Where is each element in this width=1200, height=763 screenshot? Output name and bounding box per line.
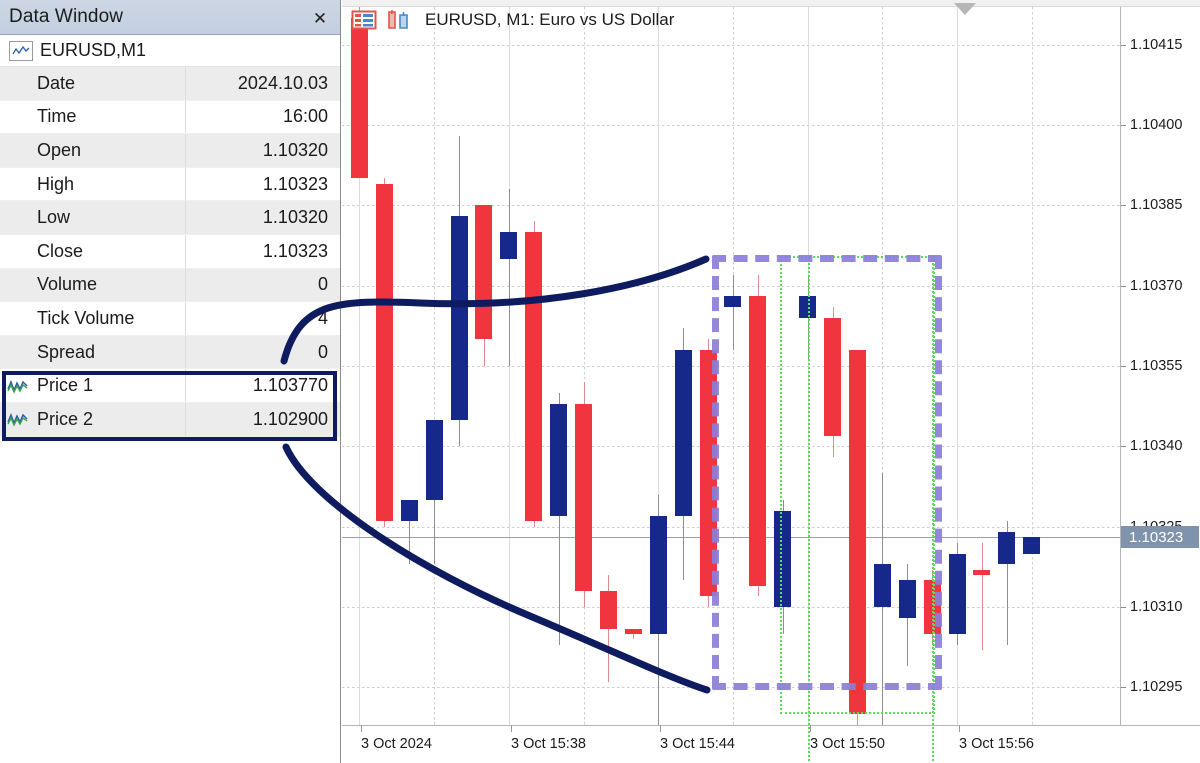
candle-body[interactable] <box>949 553 966 634</box>
candle-body[interactable] <box>525 232 542 522</box>
data-window-row-value: 1.10320 <box>262 139 328 160</box>
data-window-row-key: Date <box>0 67 186 100</box>
data-window-row-value: 1.103770 <box>252 375 328 396</box>
line-chart-icon <box>9 40 33 61</box>
time-axis-tick: 3 Oct 15:50 <box>810 725 885 752</box>
data-window-title: Data Window <box>9 6 124 27</box>
data-window-row[interactable]: Close 1.10323 <box>0 234 340 269</box>
candle-body[interactable] <box>451 215 468 420</box>
time-axis[interactable]: 3 Oct 2024 3 Oct 15:38 3 Oct 15:44 3 Oct 15… <box>342 725 1200 763</box>
data-window-rows: Date 2024.10.03 Time 16:00 Open 1.10320 High 1.… <box>0 67 340 437</box>
chart-header: EURUSD, M1: Euro vs US Dollar <box>342 0 1200 40</box>
candle-body[interactable] <box>675 349 692 517</box>
time-axis-tick: 3 Oct 2024 <box>361 725 432 752</box>
current-price-badge: 1.10323 <box>1121 526 1199 549</box>
price-axis-tick: 1.10370 <box>1121 278 1200 294</box>
indicator-wave-icon <box>7 411 29 427</box>
price-axis[interactable]: 1.10415 1.10400 1.10385 1.10370 1.10355 1.103… <box>1120 7 1200 725</box>
candle-body[interactable] <box>351 17 368 179</box>
data-window-titlebar: Data Window ✕ <box>0 0 340 35</box>
candle-body[interactable] <box>426 419 443 500</box>
candle-wick <box>509 189 510 366</box>
data-window-row[interactable]: Date 2024.10.03 <box>0 67 340 101</box>
candle-body[interactable] <box>575 403 592 592</box>
price-axis-tick: 1.10310 <box>1121 599 1200 615</box>
data-window-row[interactable]: Time 16:00 <box>0 100 340 135</box>
data-window-row-key: Tick Volume <box>0 302 186 335</box>
data-window-row[interactable]: Price 1 1.103770 <box>0 369 340 403</box>
data-window-row-value: 4 <box>317 307 328 328</box>
data-window-row-value: 1.10323 <box>262 240 328 261</box>
time-axis-tick: 3 Oct 15:44 <box>660 725 735 752</box>
candle-wick <box>982 542 983 650</box>
price-axis-tick: 1.10340 <box>1121 438 1200 454</box>
candle-body[interactable] <box>973 569 990 575</box>
data-window-row-value: 1.10323 <box>262 173 328 194</box>
candle-body[interactable] <box>650 516 667 634</box>
chart-plot-area[interactable] <box>342 7 1122 763</box>
candle-body[interactable] <box>550 403 567 517</box>
data-window-row-key: Open <box>0 134 186 167</box>
data-window-row-key: Close <box>0 234 186 268</box>
candle-body[interactable] <box>600 591 617 629</box>
data-window-row-value: 16:00 <box>282 106 328 127</box>
data-window-row-value: 1.102900 <box>252 408 328 429</box>
data-window-symbol-row: EURUSD,M1 <box>0 35 340 67</box>
price-axis-tick: 1.10400 <box>1121 117 1200 133</box>
candle-body[interactable] <box>625 628 642 634</box>
gridline-horizontal <box>342 44 1122 46</box>
data-window-row-key: High <box>0 167 186 201</box>
data-window-symbol-label: EURUSD,M1 <box>40 40 147 60</box>
time-axis-tick: 3 Oct 15:56 <box>959 725 1034 752</box>
chart-panel: EURUSD, M1: Euro vs US Dollar 1.10415 1.1… <box>342 0 1200 763</box>
app-root: Data Window ✕ EURUSD,M1 Date 2024.10.03 Ti… <box>0 0 1200 763</box>
gridline-vertical <box>434 7 435 725</box>
data-window-row-key: Low <box>0 201 186 234</box>
data-window-row[interactable]: Tick Volume 4 <box>0 302 340 336</box>
data-window-row-value: 0 <box>317 341 328 362</box>
data-window-icon[interactable] <box>351 9 377 31</box>
data-window-row[interactable]: High 1.10323 <box>0 167 340 202</box>
candle-body[interactable] <box>998 532 1015 565</box>
price-axis-tick: 1.10295 <box>1121 679 1200 695</box>
candle-body[interactable] <box>376 183 393 522</box>
gridline-vertical <box>509 7 510 725</box>
candle-body[interactable] <box>1023 537 1040 554</box>
data-window-row-key: Spread <box>0 335 186 369</box>
gridline-horizontal <box>342 124 1122 126</box>
data-window-row[interactable]: Spread 0 <box>0 335 340 370</box>
chart-header-title: EURUSD, M1: Euro vs US Dollar <box>425 10 675 29</box>
data-window-row-value: 0 <box>317 274 328 295</box>
candle-body[interactable] <box>401 499 418 522</box>
data-window-row[interactable]: Open 1.10320 <box>0 134 340 168</box>
gridline-vertical <box>1032 7 1033 725</box>
close-icon[interactable]: ✕ <box>310 8 330 28</box>
data-window-row-value: 1.10320 <box>262 207 328 228</box>
data-window-row-value: 2024.10.03 <box>237 72 328 93</box>
bar-chart-icon[interactable] <box>386 9 412 31</box>
data-window-row-key: Volume <box>0 268 186 302</box>
candle-body[interactable] <box>500 232 517 259</box>
data-window-row[interactable]: Price 2 1.102900 <box>0 402 340 437</box>
time-axis-tick: 3 Oct 15:38 <box>511 725 586 752</box>
indicator-wave-icon <box>7 378 29 394</box>
data-window-row[interactable]: Volume 0 <box>0 268 340 303</box>
highlight-rect-annotation <box>712 255 942 690</box>
candle-body[interactable] <box>475 205 492 340</box>
data-window-row-key: Time <box>0 100 186 134</box>
data-window-panel: Data Window ✕ EURUSD,M1 Date 2024.10.03 Ti… <box>0 0 341 763</box>
price-axis-tick: 1.10355 <box>1121 358 1200 374</box>
data-window-row[interactable]: Low 1.10320 <box>0 201 340 235</box>
price-axis-tick: 1.10385 <box>1121 197 1200 213</box>
gridline-vertical <box>584 7 585 725</box>
